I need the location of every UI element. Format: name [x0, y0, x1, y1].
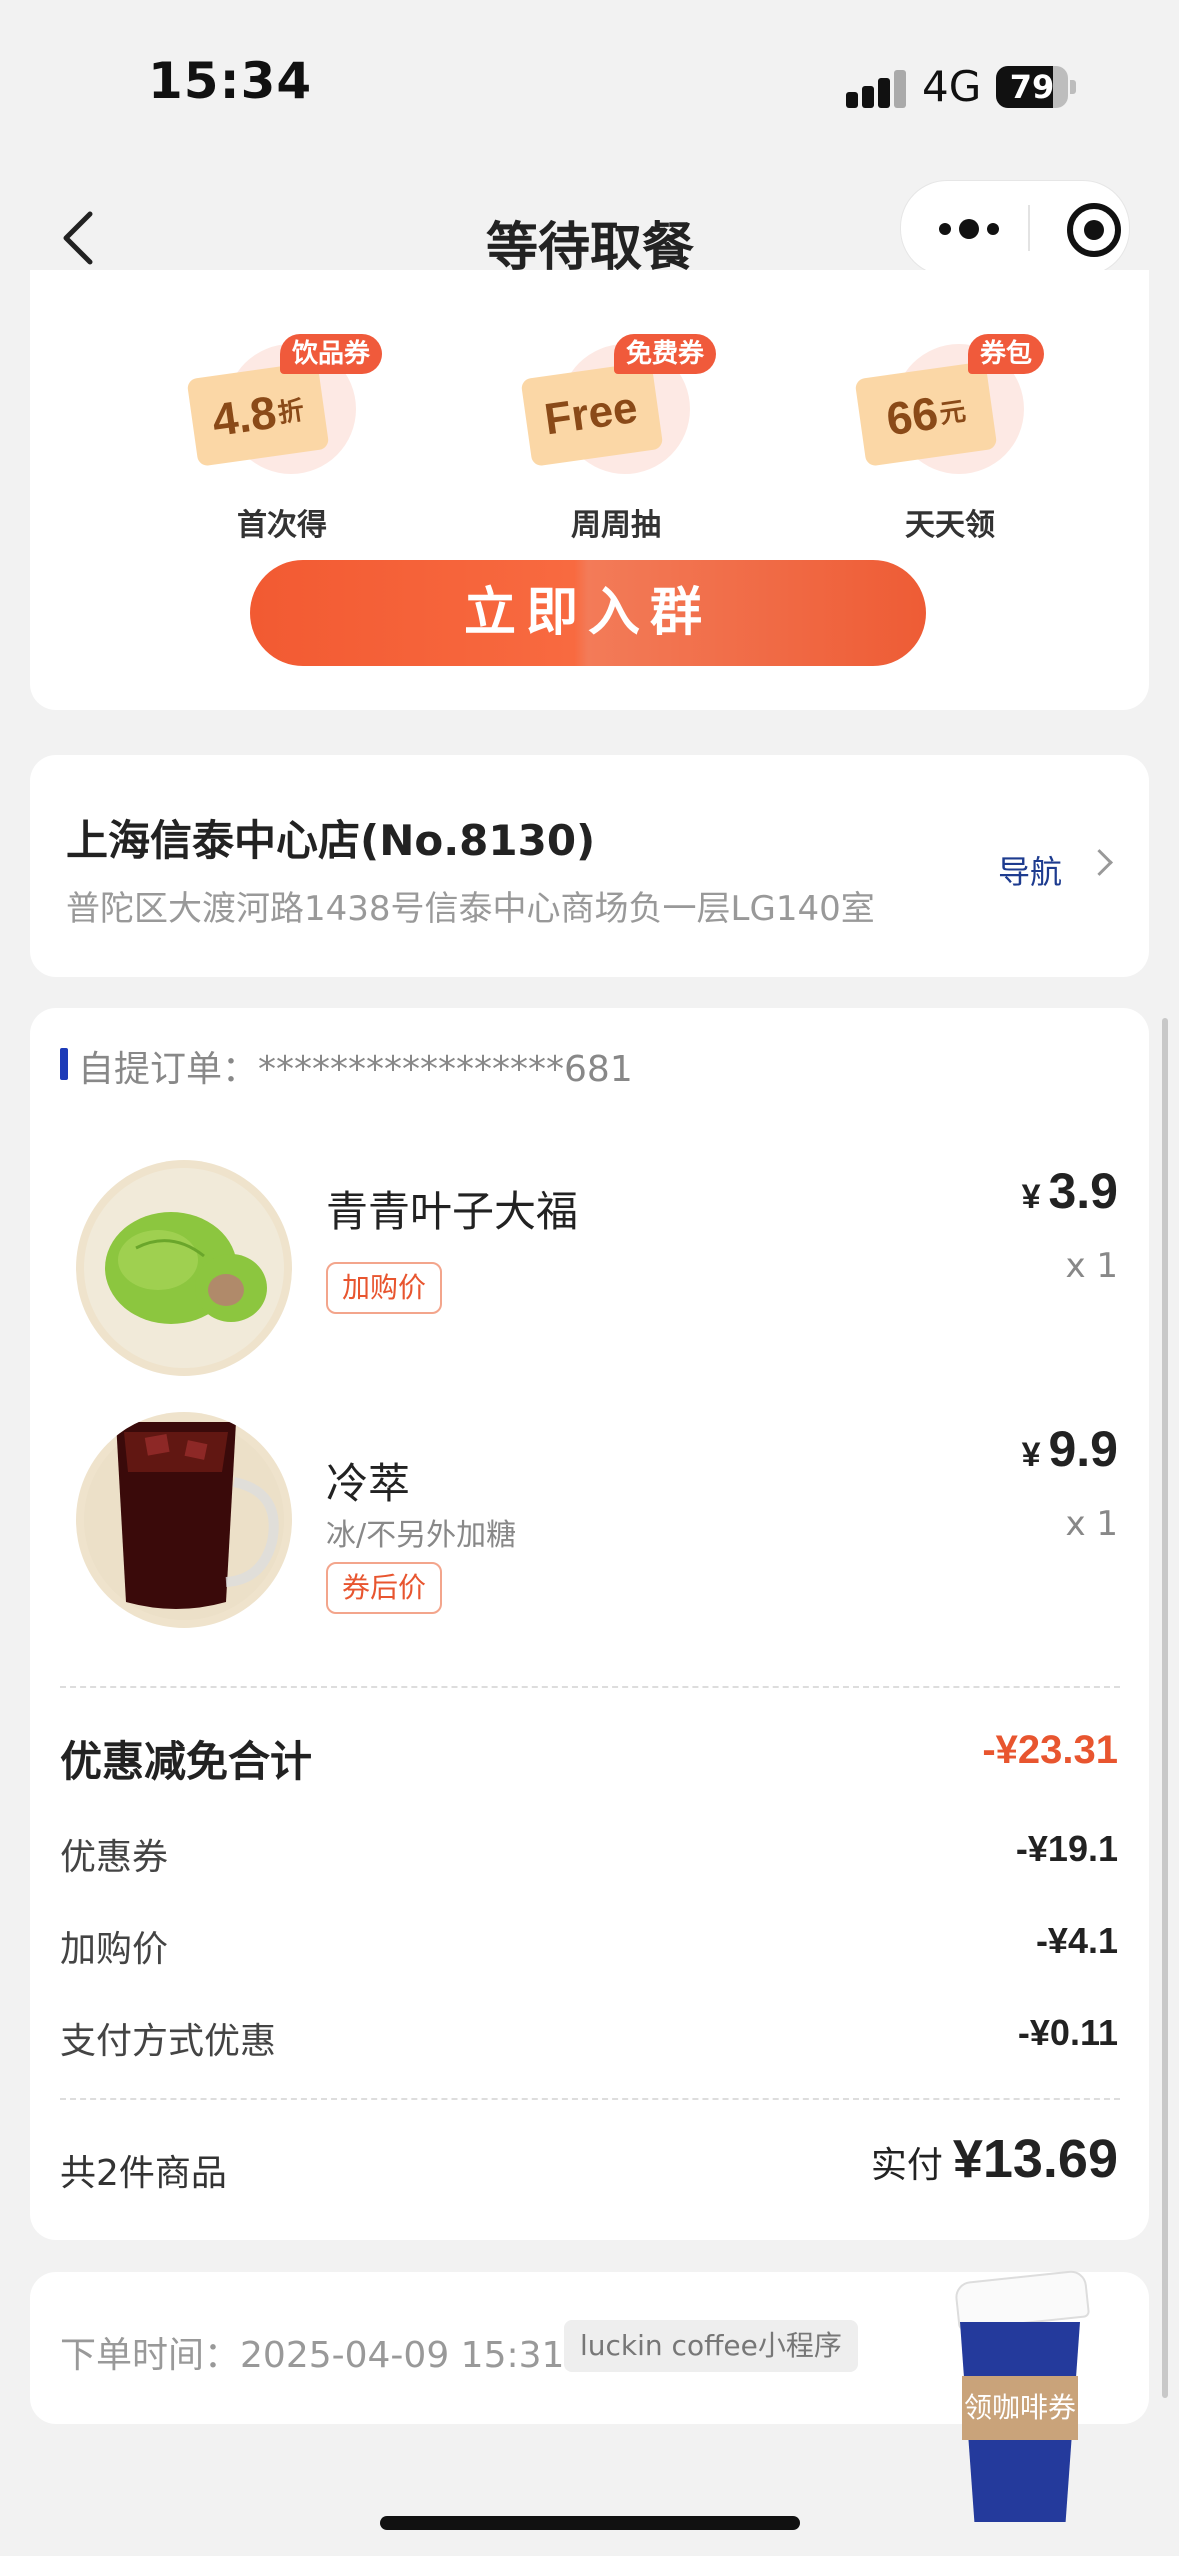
- order-source-badge: luckin coffee小程序: [564, 2320, 858, 2372]
- product-image-cold-brew: [76, 1412, 292, 1628]
- discount-row-label: 优惠券: [60, 1837, 169, 1878]
- back-icon[interactable]: [56, 208, 100, 268]
- product-name: 冷萃: [326, 1459, 411, 1508]
- product-name: 青青叶子大福: [326, 1187, 579, 1236]
- join-group-button[interactable]: 立即入群: [250, 560, 926, 666]
- divider: [60, 1686, 1120, 1688]
- coupon-tag: 券包: [968, 334, 1045, 374]
- order-card: 自提订单：*****************681 青青叶子大福 加购价 ¥3.…: [30, 1008, 1149, 2240]
- coupon-daily[interactable]: 66 元 券包 天天领: [854, 334, 1045, 543]
- discount-total-label: 优惠减免合计: [60, 1737, 313, 1786]
- miniprogram-capsule: [900, 180, 1130, 276]
- paid-total: 实付 ¥13.69: [870, 2129, 1118, 2189]
- product-qty: x 1: [1065, 1504, 1118, 1544]
- discount-row-value: -¥0.11: [1017, 2012, 1118, 2053]
- discount-row-value: -¥4.1: [1035, 1920, 1118, 1961]
- more-icon[interactable]: [939, 219, 1001, 239]
- store-card: 上海信泰中心店(No.8130) 普陀区大渡河路1438号信泰中心商场负一层LG…: [30, 755, 1149, 977]
- coupon-tag: 饮品券: [280, 334, 383, 374]
- order-time: 下单时间：2025-04-09 15:31: [60, 2335, 565, 2376]
- product-price: ¥9.9: [1021, 1421, 1118, 1477]
- order-number: 自提订单：*****************681: [78, 1049, 633, 1090]
- battery-level: 79: [1009, 68, 1055, 106]
- chevron-right-icon[interactable]: [1086, 849, 1113, 876]
- price-badge: 券后价: [326, 1562, 443, 1614]
- coupon-first[interactable]: 4.8 折 饮品券 首次得: [186, 334, 383, 543]
- coupon-weekly[interactable]: Free 免费券 周周抽: [520, 334, 717, 543]
- product-spec: 冰/不另外加糖: [326, 1518, 517, 1553]
- product-price: ¥3.9: [1021, 1163, 1118, 1219]
- close-target-icon[interactable]: [1067, 203, 1121, 257]
- product-image-daifuku: [76, 1160, 292, 1376]
- coupon-caption: 周周抽: [571, 508, 661, 543]
- cup-lid-icon: [953, 2269, 1091, 2331]
- signal-icon: [846, 68, 906, 108]
- home-indicator[interactable]: [380, 2516, 800, 2530]
- coupon-caption: 首次得: [237, 508, 327, 543]
- section-marker: [60, 1048, 68, 1080]
- coupon-ticket-icon: 66 元: [854, 361, 998, 467]
- coffee-coupon-label: 领咖啡券: [962, 2376, 1078, 2440]
- store-name: 上海信泰中心店(No.8130): [66, 816, 596, 865]
- status-time: 15:34: [148, 52, 313, 110]
- coupon-ticket-icon: Free: [520, 361, 664, 467]
- discount-total-value: -¥23.31: [982, 1728, 1118, 1772]
- coffee-coupon-float[interactable]: 领咖啡券: [950, 2269, 1091, 2530]
- discount-row-label: 加购价: [60, 1929, 169, 1970]
- battery-icon: 79: [996, 66, 1076, 108]
- price-badge: 加购价: [326, 1262, 443, 1314]
- product-qty: x 1: [1065, 1246, 1118, 1286]
- coupon-tag: 免费券: [614, 334, 717, 374]
- divider: [60, 2098, 1120, 2100]
- store-address: 普陀区大渡河路1438号信泰中心商场负一层LG140室: [66, 889, 875, 929]
- scrollbar[interactable]: [1162, 1018, 1168, 2398]
- discount-row-value: -¥19.1: [1015, 1828, 1118, 1869]
- coupon-ticket-icon: 4.8 折: [186, 361, 330, 467]
- item-count: 共2件商品: [60, 2153, 227, 2194]
- page-title: 等待取餐: [485, 218, 694, 278]
- network-type: 4G: [922, 62, 982, 111]
- coupon-caption: 天天领: [905, 508, 995, 543]
- discount-row-label: 支付方式优惠: [60, 2021, 277, 2062]
- navigation-link[interactable]: 导航: [998, 847, 1062, 893]
